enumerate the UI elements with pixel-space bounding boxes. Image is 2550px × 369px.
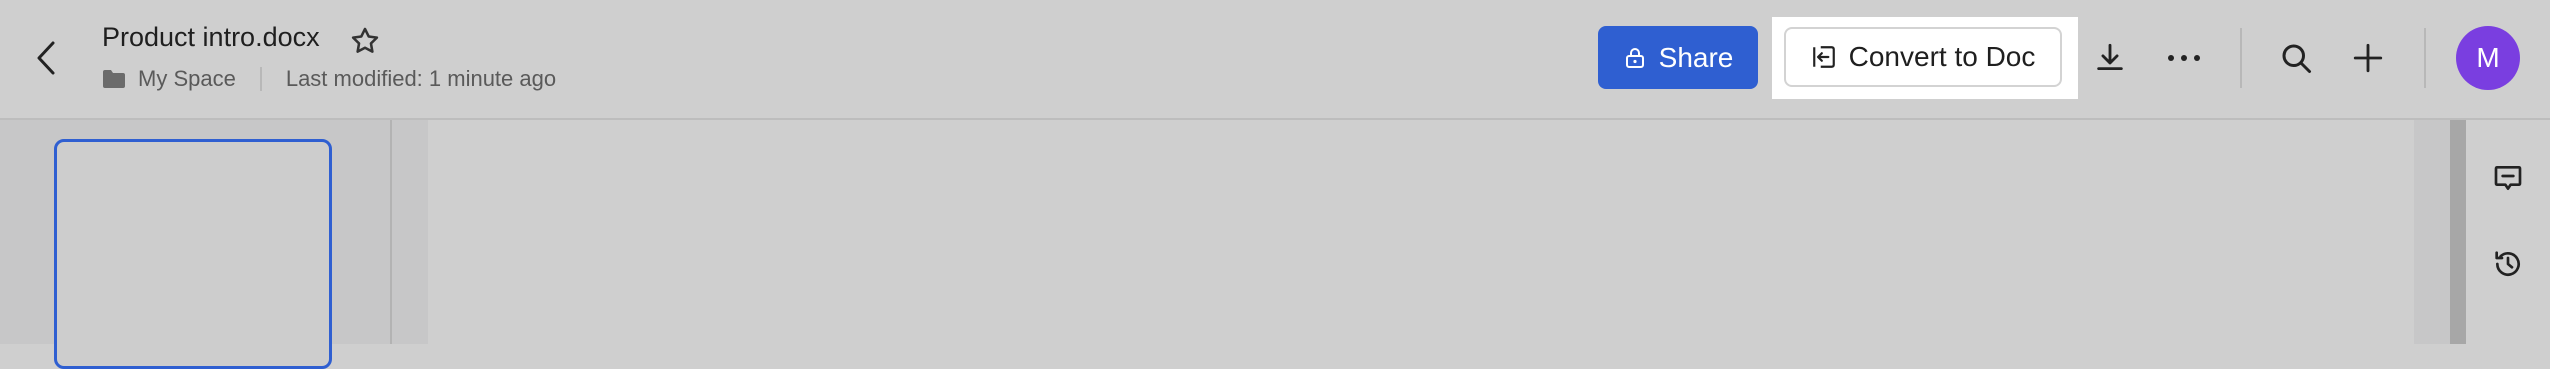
star-icon [351,27,379,53]
history-icon [2495,251,2520,276]
location-link[interactable]: My Space [138,66,236,92]
right-rail [2466,120,2550,344]
page-thumbnail[interactable] [54,139,332,369]
right-gutter [2414,120,2450,344]
convert-icon [1812,46,1835,68]
folder-icon [103,70,125,88]
convert-button-label: Convert to Doc [1848,41,2036,72]
download-button[interactable] [2086,34,2134,82]
page-thumbnails-panel [0,120,392,369]
favorite-button[interactable] [348,24,382,58]
last-modified-text: Last modified: 1 minute ago [285,66,557,91]
share-button[interactable]: Share [1598,26,1758,89]
toolbar-divider [2240,28,2242,88]
document-meta: My Space Last modified: 1 minute ago [102,66,556,92]
share-button-label: Share [1658,41,1734,73]
more-icon [2168,55,2200,61]
avatar[interactable]: M [2456,26,2520,90]
download-icon [2097,43,2123,71]
vertical-scrollbar[interactable] [2450,120,2466,344]
comment-icon [2494,166,2522,190]
top-bar: Product intro.docx My Space Last modifie… [0,0,2550,120]
more-button[interactable] [2160,34,2208,82]
comments-button[interactable] [2488,158,2528,198]
search-icon [2282,44,2311,73]
convert-highlight: Convert to Doc [1772,17,2078,99]
history-button[interactable] [2488,244,2528,284]
document-title: Product intro.docx [102,22,320,52]
chevron-left-icon [37,41,55,75]
document-canvas [428,120,2414,344]
search-button[interactable] [2272,34,2320,82]
meta-divider [259,67,262,91]
back-button[interactable] [26,34,66,82]
lock-icon [1625,47,1644,68]
convert-to-doc-button[interactable]: Convert to Doc [1784,27,2062,87]
left-gutter [392,120,428,344]
plus-icon [2353,43,2383,73]
toolbar-divider [2424,28,2426,88]
add-button[interactable] [2344,34,2392,82]
